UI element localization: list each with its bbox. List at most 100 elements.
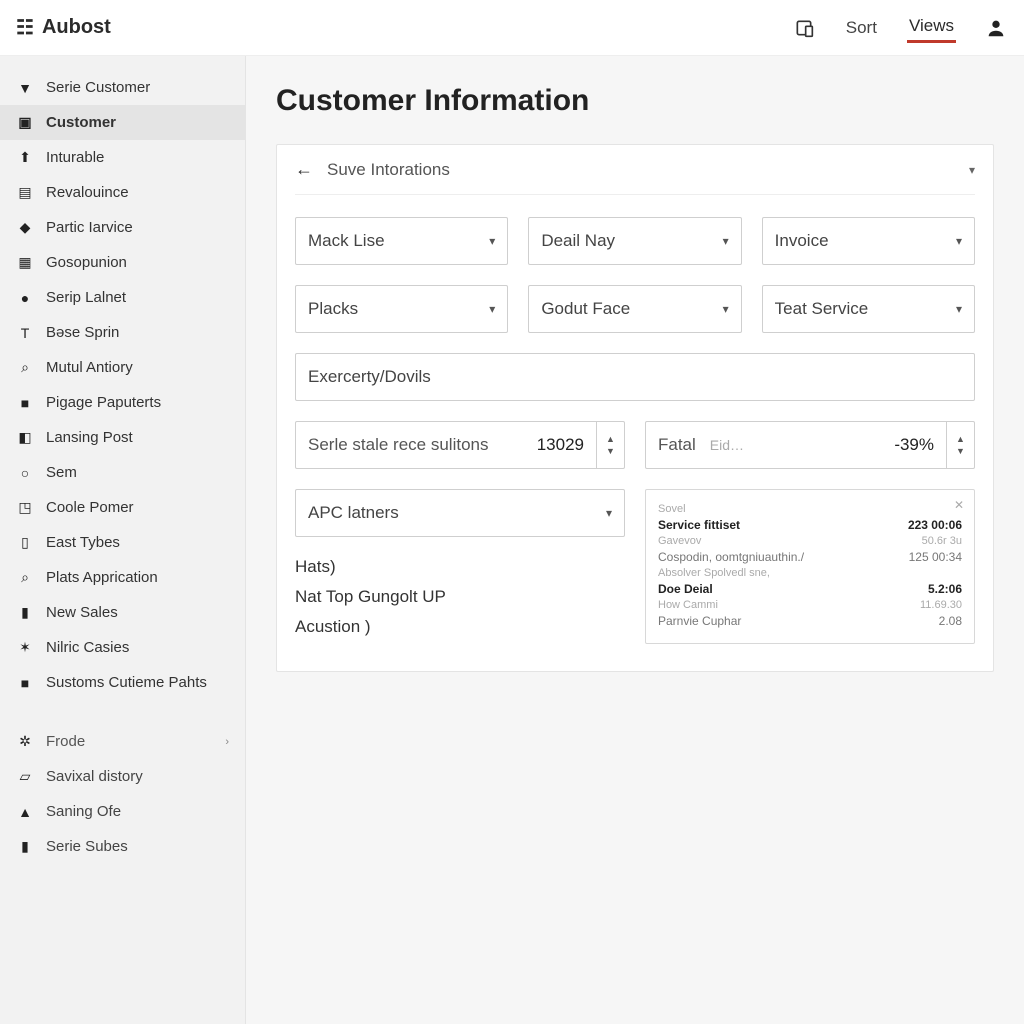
- sidebar-item-label: Bəse Sprin: [46, 324, 119, 341]
- sidebar-item-base-sprin[interactable]: T Bəse Sprin: [0, 315, 245, 350]
- stepper-mid: Eid…: [710, 437, 744, 453]
- circle-icon: ○: [16, 465, 34, 481]
- sidebar-group-frode[interactable]: ✲Frode›: [0, 724, 245, 759]
- user-icon[interactable]: [984, 16, 1008, 40]
- brand: ☷ Aubost: [16, 15, 111, 40]
- chevron-down-icon: ▾: [489, 302, 495, 316]
- sidebar-item-label: Customer: [46, 114, 116, 131]
- rows-icon: ▤: [16, 184, 34, 201]
- sidebar-item-sem[interactable]: ○ Sem: [0, 455, 245, 490]
- close-icon[interactable]: ✕: [954, 498, 964, 512]
- sidebar-item-label: Coole Pomer: [46, 499, 134, 516]
- select-mack-lise[interactable]: Mack Lise ▾: [295, 217, 508, 265]
- stepper-label: Serle stale rece sulitons: [308, 435, 537, 455]
- spinner[interactable]: ▲▼: [596, 422, 624, 468]
- sidebar-item-plats-apprication[interactable]: ⌕Plats Apprication: [0, 560, 245, 595]
- panel-value: 2.08: [939, 614, 962, 628]
- window-icon: ◳: [16, 499, 34, 516]
- panel-label: Gavevov: [658, 535, 701, 547]
- t-icon: T: [16, 325, 34, 341]
- panel-value: 223 00:06: [908, 518, 962, 532]
- panel-label: Doe Deial: [658, 582, 713, 596]
- views-action[interactable]: Views: [907, 12, 956, 43]
- sidebar-item-revalouince[interactable]: ▤Revalouince: [0, 175, 245, 210]
- sidebar-item-label: Nilric Casies: [46, 639, 129, 656]
- sidebar-item-serie-subes[interactable]: ▮ Serie Subes: [0, 829, 245, 864]
- stepper-serle-stale[interactable]: Serle stale rece sulitons 13029 ▲▼: [295, 421, 625, 469]
- panel-icon: ◧: [16, 429, 34, 446]
- chevron-right-icon: ›: [225, 736, 229, 748]
- sidebar-item-pigage-paputerts[interactable]: ■Pigage Paputerts: [0, 385, 245, 420]
- select-placks[interactable]: Placks ▾: [295, 285, 508, 333]
- search-icon: ⌕: [16, 359, 34, 376]
- sidebar-item-gosopunion[interactable]: ▦ Gosopunion: [0, 245, 245, 280]
- sidebar-item-label: Partic Iarvice: [46, 219, 133, 236]
- sidebar-item-serip-lalnet[interactable]: ●Serip Lalnet: [0, 280, 245, 315]
- panel-label: Absolver Spolvedl sne,: [658, 567, 770, 579]
- sidebar: ▼Serie Customer ▣Customer ⬆Inturable ▤Re…: [0, 56, 246, 1024]
- combo-apc-latners[interactable]: APC latners▾: [295, 489, 625, 537]
- list-item: Acustion ): [295, 617, 625, 637]
- sidebar-item-label: New Sales: [46, 604, 118, 621]
- chevron-up-icon: ▲: [956, 433, 965, 445]
- chevron-down-icon: ▾: [489, 234, 495, 248]
- sidebar-item-label: Pigage Paputerts: [46, 394, 161, 411]
- panel-value: 125 00:34: [909, 550, 962, 564]
- sidebar-item-label: Sem: [46, 464, 77, 481]
- stepper-fatal[interactable]: Fatal Eid… -39% ▲▼: [645, 421, 975, 469]
- main: Customer Information ← Suve Intorations …: [246, 56, 1024, 1024]
- sidebar-item-sustoms-cutieme-pahts[interactable]: ■Sustoms Cutieme Pahts: [0, 665, 245, 700]
- topbar: ☷ Aubost Sort Views: [0, 0, 1024, 56]
- funnel-icon: ▼: [16, 80, 34, 96]
- grid-icon: ▦: [16, 254, 34, 271]
- back-icon[interactable]: ←: [295, 159, 313, 180]
- sidebar-item-label: Serie Subes: [46, 838, 128, 855]
- sidebar-item-label: Saning Ofe: [46, 803, 121, 820]
- panel-label: Service fittiset: [658, 518, 740, 532]
- chevron-down-icon[interactable]: ▾: [969, 163, 975, 177]
- tri-icon: ▲: [16, 804, 34, 820]
- select-label: Mack Lise: [308, 231, 385, 251]
- select-godut-face[interactable]: Godut Face▾: [528, 285, 741, 333]
- spinner[interactable]: ▲▼: [946, 422, 974, 468]
- diamond-icon: ◆: [16, 219, 34, 236]
- stepper-value: -39%: [894, 435, 934, 455]
- sidebar-item-east-tybes[interactable]: ▯East Tybes: [0, 525, 245, 560]
- sidebar-item-coole-pomer[interactable]: ◳ Coole Pomer: [0, 490, 245, 525]
- panel-label: Cospodin, oomtgniuauthin./: [658, 550, 804, 564]
- panel-head: Sovel: [658, 503, 686, 515]
- sidebar-item-label: Savixal distory: [46, 768, 143, 785]
- sidebar-item-lansing-post[interactable]: ◧Lansing Post: [0, 420, 245, 455]
- select-invoice[interactable]: Invoice▾: [762, 217, 975, 265]
- sidebar-item-inturable[interactable]: ⬆Inturable: [0, 140, 245, 175]
- sidebar-item-saning-ofe[interactable]: ▲ Saning Ofe: [0, 794, 245, 829]
- sidebar-item-savixal-distory[interactable]: ▱Savixal distory: [0, 759, 245, 794]
- chevron-down-icon: ▾: [606, 506, 612, 520]
- select-label: Godut Face: [541, 299, 630, 319]
- select-label: Invoice: [775, 231, 829, 251]
- panel-label: Parnvie Cuphar: [658, 614, 741, 628]
- sidebar-item-partic-iarvice[interactable]: ◆ Partic Iarvice: [0, 210, 245, 245]
- device-icon[interactable]: [792, 16, 816, 40]
- panel-value: 11.69.30: [920, 599, 962, 611]
- doc-icon: ▯: [16, 534, 34, 551]
- sidebar-item-customer[interactable]: ▣Customer: [0, 105, 245, 140]
- sidebar-item-mutul-antiory[interactable]: ⌕Mutul Antiory: [0, 350, 245, 385]
- stepper-label: Fatal: [658, 435, 696, 455]
- select-teat-service[interactable]: Teat Service▾: [762, 285, 975, 333]
- select-deail-nay[interactable]: Deail Nay▾: [528, 217, 741, 265]
- card-head: ← Suve Intorations ▾: [295, 159, 975, 195]
- sidebar-item-label: Sustoms Cutieme Pahts: [46, 674, 207, 691]
- sparkle-icon: ✲: [16, 733, 34, 750]
- sidebar-item-new-sales[interactable]: ▮New Sales: [0, 595, 245, 630]
- select-label: Placks: [308, 299, 358, 319]
- sidebar-item-label: Gosopunion: [46, 254, 127, 271]
- sidebar-item-serie-customer[interactable]: ▼Serie Customer: [0, 70, 245, 105]
- input-value: Exercerty/Dovils: [308, 367, 431, 387]
- block-icon: ▮: [16, 838, 34, 855]
- sidebar-item-nilric-casies[interactable]: ✶Nilric Casies: [0, 630, 245, 665]
- chevron-down-icon: ▾: [956, 302, 962, 316]
- input-exercerty[interactable]: Exercerty/Dovils: [295, 353, 975, 401]
- sort-action[interactable]: Sort: [844, 14, 879, 42]
- panel-label: How Cammi: [658, 599, 718, 611]
